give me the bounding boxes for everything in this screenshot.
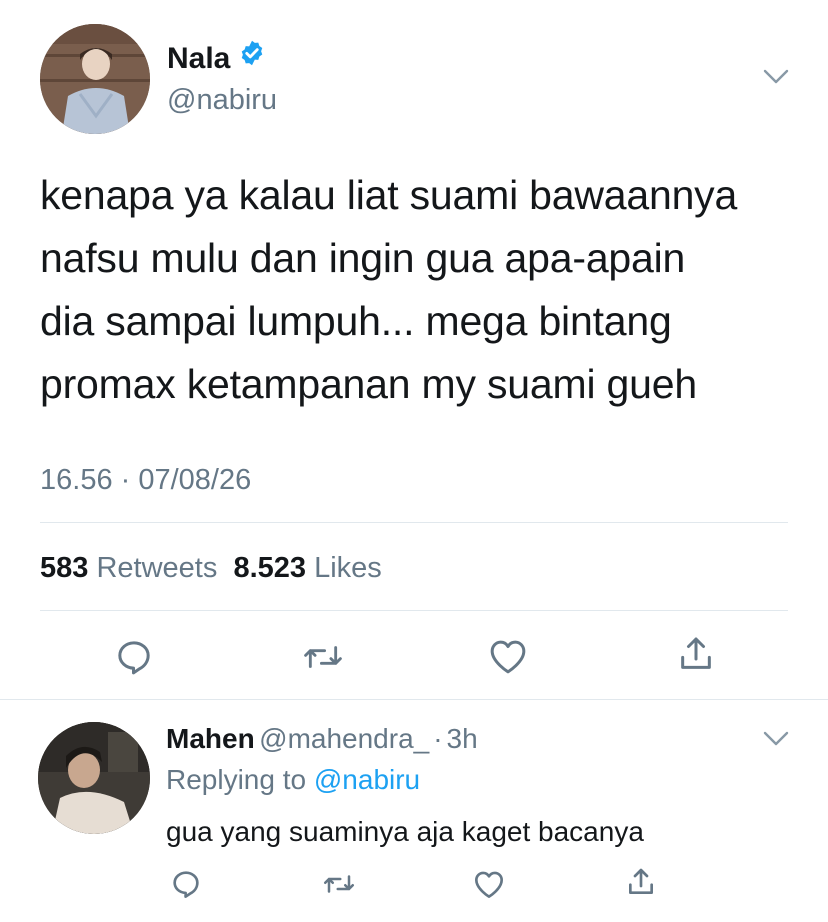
- author-handle[interactable]: @nabiru: [167, 82, 277, 118]
- section-divider: [0, 699, 828, 700]
- retweets-label: Retweets: [96, 552, 218, 584]
- share-icon[interactable]: [676, 634, 716, 679]
- retweets-stat[interactable]: 583 Retweets: [40, 552, 217, 584]
- reply-icon[interactable]: [170, 868, 202, 905]
- verified-badge-icon: [238, 39, 266, 76]
- author-avatar[interactable]: [40, 24, 150, 134]
- replying-mention[interactable]: @nabiru: [314, 764, 420, 795]
- likes-count: 8.523: [233, 552, 307, 584]
- tweet-stats: 583 Retweets 8.523 Likes: [40, 550, 382, 586]
- retweet-icon[interactable]: [322, 869, 356, 904]
- likes-stat[interactable]: 8.523 Likes: [233, 552, 381, 584]
- likes-label: Likes: [314, 552, 382, 584]
- tweet-timestamp[interactable]: 16.56 · 07/08/26: [40, 462, 251, 498]
- reply-author-handle[interactable]: @mahendra_: [259, 723, 429, 754]
- reply-icon[interactable]: [114, 637, 154, 682]
- share-icon[interactable]: [625, 866, 657, 903]
- reply-text: gua yang suaminya aja kaget bacanya: [166, 816, 644, 847]
- replying-to: Replying to @nabiru: [166, 763, 420, 797]
- retweet-icon[interactable]: [302, 638, 344, 681]
- chevron-down-icon[interactable]: [763, 730, 789, 753]
- reply-header: Mahen @mahendra_ · 3h: [166, 722, 478, 756]
- reply-author-name[interactable]: Mahen: [166, 723, 255, 754]
- divider: [40, 610, 788, 611]
- retweets-count: 583: [40, 552, 89, 584]
- like-icon[interactable]: [473, 869, 505, 904]
- author-name[interactable]: Nala: [167, 39, 266, 79]
- like-icon[interactable]: [488, 637, 528, 680]
- chevron-down-icon[interactable]: [763, 68, 789, 91]
- reply-time[interactable]: 3h: [447, 723, 478, 754]
- meta-separator: ·: [433, 723, 443, 754]
- divider: [40, 522, 788, 523]
- tweet-text: kenapa ya kalau liat suami bawaannya naf…: [40, 172, 738, 407]
- reply-author-avatar[interactable]: [38, 722, 150, 834]
- replying-prefix: Replying to: [166, 764, 307, 795]
